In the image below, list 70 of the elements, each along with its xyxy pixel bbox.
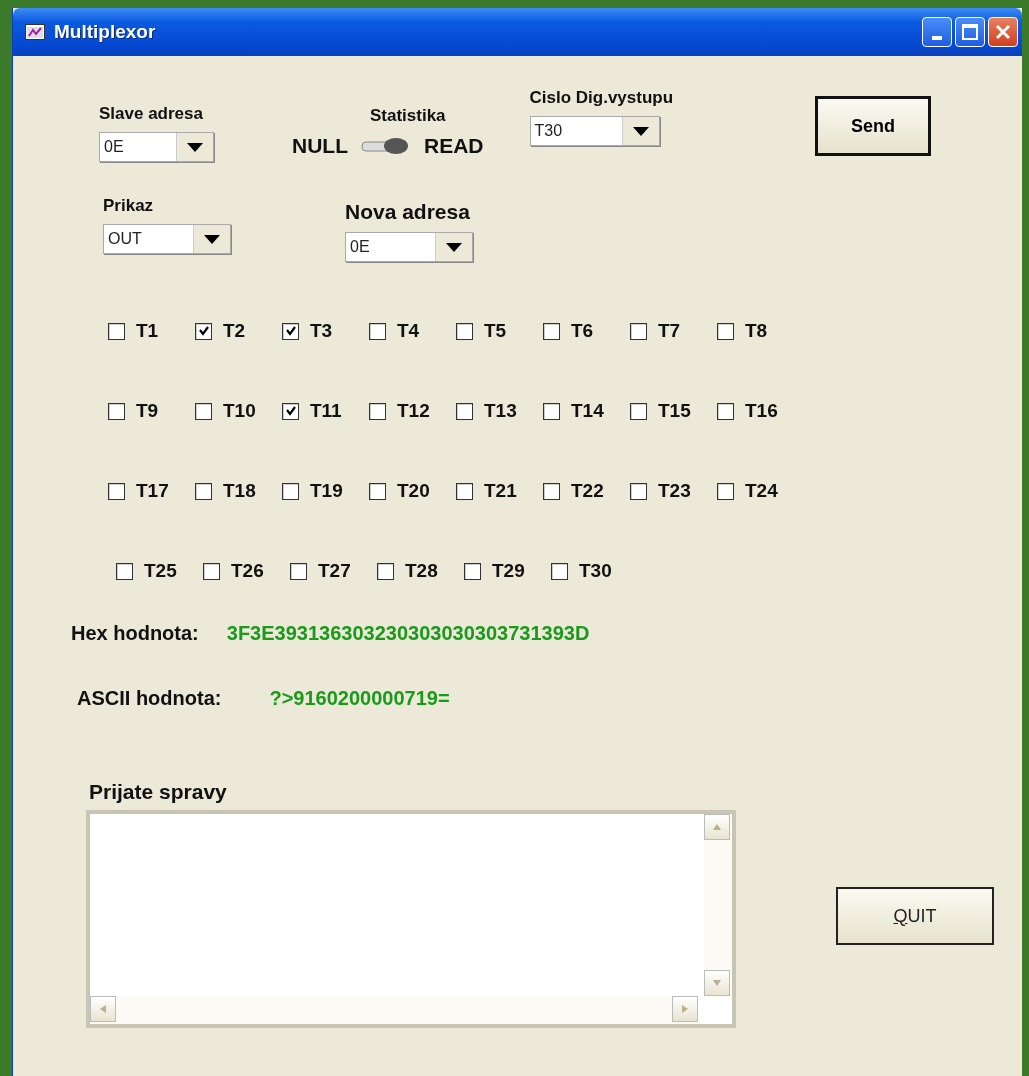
read-label: READ <box>424 134 484 158</box>
output-number-label: Cislo Dig.vystupu <box>529 88 674 108</box>
window-title: Multiplexor <box>54 21 157 43</box>
dropdown[interactable]: 0E <box>345 232 473 262</box>
statistics-label: Statistika <box>369 106 446 126</box>
output-checkbox[interactable]: T24 <box>717 476 804 506</box>
output-checkbox[interactable]: T9 <box>108 396 195 426</box>
down-arrow-icon <box>713 980 721 986</box>
checkmark-icon <box>284 325 297 337</box>
output-checkbox[interactable]: T1 <box>108 316 195 346</box>
checkmark-icon <box>197 325 210 337</box>
vertical-scrollbar[interactable] <box>704 814 732 996</box>
null-label: NULL <box>292 134 348 158</box>
output-checkbox[interactable]: T4 <box>369 316 456 346</box>
slave-address-label: Slave adresa <box>99 104 203 124</box>
output-checkbox[interactable]: T21 <box>456 476 543 506</box>
dropdown[interactable]: OUT <box>103 224 231 254</box>
output-checkbox[interactable]: T29 <box>464 556 551 586</box>
output-checkbox[interactable]: T11 <box>282 396 369 426</box>
output-checkbox[interactable]: T25 <box>116 556 203 586</box>
left-arrow-icon <box>100 1005 106 1013</box>
output-checkbox[interactable]: T2 <box>195 316 282 346</box>
checkmark-icon <box>284 405 297 417</box>
output-checkbox[interactable]: T5 <box>456 316 543 346</box>
new-address-label: Nova adresa <box>345 200 470 224</box>
app-icon <box>25 24 45 40</box>
maximize-button[interactable] <box>955 17 985 47</box>
output-checkbox[interactable]: T18 <box>195 476 282 506</box>
close-button[interactable] <box>988 17 1018 47</box>
output-checkbox[interactable]: T3 <box>282 316 369 346</box>
caret-icon <box>632 126 649 136</box>
output-checkbox[interactable]: T6 <box>543 316 630 346</box>
output-checkbox[interactable]: T7 <box>630 316 717 346</box>
output-checkbox[interactable]: T15 <box>630 396 717 426</box>
dropdown[interactable]: T30 <box>529 116 660 146</box>
output-checkbox[interactable]: T27 <box>290 556 377 586</box>
output-checkbox[interactable]: T8 <box>717 316 804 346</box>
output-checkbox[interactable]: T17 <box>108 476 195 506</box>
ascii-value: ?>9160200000719= <box>269 687 450 710</box>
output-checkbox[interactable]: T26 <box>203 556 290 586</box>
caret-icon <box>204 234 220 244</box>
output-checkbox[interactable]: T14 <box>543 396 630 426</box>
output-checkbox[interactable]: T20 <box>369 476 456 506</box>
minimize-button[interactable] <box>922 17 952 47</box>
ascii-value-label: ASCII hodnota: <box>77 687 222 710</box>
output-checkbox[interactable]: T23 <box>630 476 717 506</box>
output-checkbox[interactable]: T28 <box>377 556 464 586</box>
received-messages-field[interactable] <box>86 810 736 1028</box>
right-arrow-icon <box>682 1005 688 1013</box>
command-label: Prikaz <box>103 196 154 216</box>
caret-icon <box>187 142 203 152</box>
minimize-icon <box>932 36 942 40</box>
quit-button[interactable]: QUIT <box>836 887 994 945</box>
horizontal-scrollbar[interactable] <box>90 996 698 1024</box>
maximize-icon <box>962 24 978 40</box>
output-checkbox[interactable]: T16 <box>717 396 804 426</box>
caret-icon <box>446 242 462 252</box>
output-checkbox[interactable]: T19 <box>282 476 369 506</box>
dropdown[interactable]: 0E <box>99 132 214 162</box>
send-button[interactable]: Send <box>815 96 932 156</box>
close-icon <box>995 24 1011 40</box>
output-checkbox[interactable]: T22 <box>543 476 630 506</box>
hex-value: 3F3E393136303230303030303731393D <box>226 622 590 645</box>
hex-value-label: Hex hodnota: <box>71 622 199 645</box>
up-arrow-icon <box>713 824 721 830</box>
output-checkbox[interactable]: T13 <box>456 396 543 426</box>
received-messages-label: Prijate spravy <box>89 780 228 804</box>
output-checkbox[interactable]: T30 <box>551 556 638 586</box>
output-checkbox[interactable]: T12 <box>369 396 456 426</box>
output-checkbox[interactable]: T10 <box>195 396 282 426</box>
